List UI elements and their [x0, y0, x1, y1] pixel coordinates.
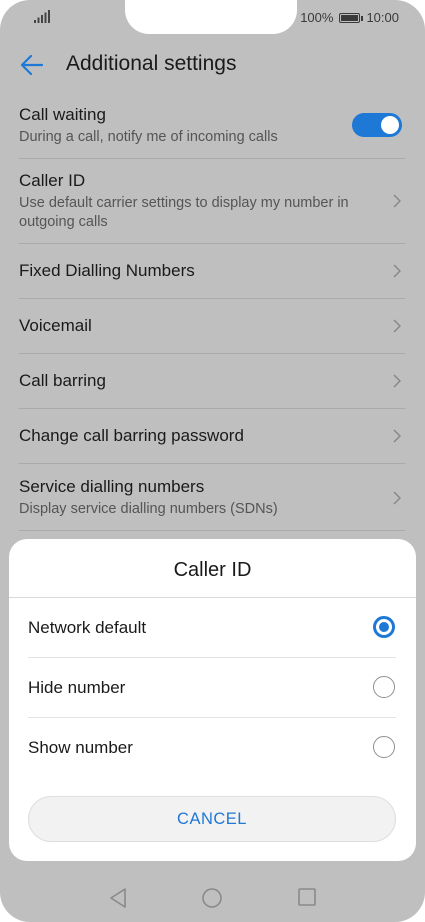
chevron-right-icon [393, 319, 401, 333]
radio-unselected-icon[interactable] [373, 676, 395, 698]
setting-label: Voicemail [19, 316, 92, 335]
radio-selected-icon[interactable] [373, 616, 395, 638]
chevron-right-icon [393, 429, 401, 443]
option-label: Network default [28, 618, 147, 637]
option-label: Hide number [28, 678, 126, 697]
battery-percent: 100% [300, 10, 334, 25]
phone-screen: 100% 10:00 Additional settings Call wait… [0, 0, 425, 922]
setting-description: Display service dialling numbers (SDNs) [19, 501, 278, 517]
setting-caller-id[interactable]: Caller ID Use default carrier settings t… [19, 171, 405, 244]
setting-description: Use default carrier settings to display … [19, 195, 349, 230]
chevron-right-icon [393, 374, 401, 388]
caller-id-dialog: Caller ID Network default Hide number Sh… [9, 539, 416, 861]
setting-label: Call barring [19, 371, 106, 390]
signal-icon [34, 10, 50, 23]
call-waiting-toggle[interactable] [352, 113, 402, 137]
arrow-left-icon[interactable] [20, 53, 44, 77]
setting-label: Caller ID [19, 171, 86, 190]
option-label: Show number [28, 738, 133, 757]
camera-notch [125, 0, 297, 34]
chevron-right-icon [393, 491, 401, 505]
setting-call-waiting[interactable]: Call waiting During a call, notify me of… [19, 105, 405, 159]
setting-voicemail[interactable]: Voicemail [19, 316, 405, 354]
setting-label: Call waiting [19, 105, 106, 124]
back-triangle-icon[interactable] [108, 887, 128, 909]
radio-unselected-icon[interactable] [373, 736, 395, 758]
page-title: Additional settings [66, 52, 237, 75]
recents-square-icon[interactable] [297, 887, 317, 907]
option-network-default[interactable]: Network default [28, 598, 396, 658]
setting-label: Change call barring password [19, 426, 244, 445]
setting-label: Service dialling numbers [19, 477, 205, 496]
setting-service-dialling-numbers[interactable]: Service dialling numbers Display service… [19, 477, 405, 531]
app-header: Additional settings [0, 40, 425, 90]
setting-change-call-barring-password[interactable]: Change call barring password [19, 426, 405, 464]
option-hide-number[interactable]: Hide number [28, 658, 396, 718]
dialog-title: Caller ID [173, 559, 252, 581]
battery-icon [339, 12, 364, 23]
setting-label: Fixed Dialling Numbers [19, 261, 195, 280]
clock: 10:00 [366, 10, 399, 25]
chevron-right-icon [393, 194, 401, 208]
navigation-bar [0, 876, 425, 922]
option-show-number[interactable]: Show number [28, 718, 396, 778]
setting-fixed-dialling-numbers[interactable]: Fixed Dialling Numbers [19, 261, 405, 299]
chevron-right-icon [393, 264, 401, 278]
status-bar-right: 100% 10:00 [300, 10, 399, 25]
home-circle-icon[interactable] [201, 887, 223, 909]
setting-description: During a call, notify me of incoming cal… [19, 129, 278, 145]
setting-call-barring[interactable]: Call barring [19, 371, 405, 409]
cancel-button[interactable]: CANCEL [28, 796, 396, 842]
